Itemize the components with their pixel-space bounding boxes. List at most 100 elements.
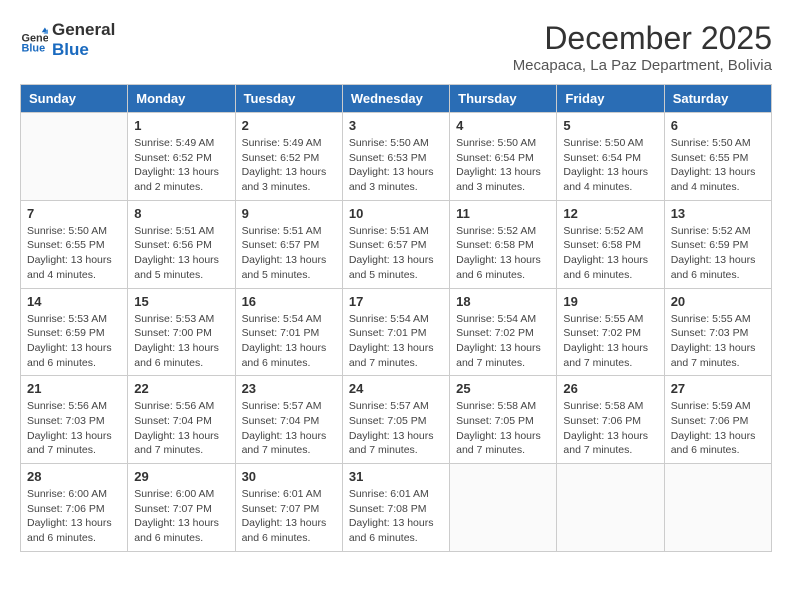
weekday-header: Monday: [128, 85, 235, 113]
day-number: 16: [242, 294, 336, 309]
calendar-week-row: 1 Sunrise: 5:49 AM Sunset: 6:52 PM Daylig…: [21, 113, 772, 201]
calendar-cell: 26Sunrise: 5:58 AM Sunset: 7:06 PM Dayli…: [557, 376, 664, 464]
day-info: Sunrise: 5:57 AM Sunset: 7:05 PM Dayligh…: [349, 399, 443, 458]
weekday-header: Tuesday: [235, 85, 342, 113]
day-number: 25: [456, 381, 550, 396]
day-number: 27: [671, 381, 765, 396]
calendar-cell: 29 Sunrise: 6:00 AM Sunset: 7:07 PM Dayli…: [128, 464, 235, 552]
day-number: 8: [134, 206, 228, 221]
day-number: 3: [349, 118, 443, 133]
calendar-cell: 7 Sunrise: 5:50 AM Sunset: 6:55 PM Daylig…: [21, 200, 128, 288]
day-number: 15: [134, 294, 228, 309]
calendar-cell: 10 Sunrise: 5:51 AM Sunset: 6:57 PM Dayli…: [342, 200, 449, 288]
day-info: Sunrise: 5:54 AM Sunset: 7:01 PM Dayligh…: [242, 312, 336, 371]
calendar-cell: 30Sunrise: 6:01 AM Sunset: 7:07 PM Dayli…: [235, 464, 342, 552]
day-number: 23: [242, 381, 336, 396]
calendar-cell: 27 Sunrise: 5:59 AM Sunset: 7:06 PM Dayli…: [664, 376, 771, 464]
day-info: Sunrise: 5:50 AM Sunset: 6:54 PM Dayligh…: [456, 136, 550, 195]
day-number: 22: [134, 381, 228, 396]
day-number: 18: [456, 294, 550, 309]
day-info: Sunrise: 5:52 AM Sunset: 6:59 PM Dayligh…: [671, 224, 765, 283]
day-info: Sunrise: 5:52 AM Sunset: 6:58 PM Dayligh…: [563, 224, 657, 283]
calendar-cell: 3 Sunrise: 5:50 AM Sunset: 6:53 PM Daylig…: [342, 113, 449, 201]
day-info: Sunrise: 5:55 AM Sunset: 7:03 PM Dayligh…: [671, 312, 765, 371]
calendar-header-row: SundayMondayTuesdayWednesdayThursdayFrid…: [21, 85, 772, 113]
location-subtitle: Mecapaca, La Paz Department, Bolivia: [513, 57, 772, 74]
calendar-cell: 14Sunrise: 5:53 AM Sunset: 6:59 PM Dayli…: [21, 288, 128, 376]
day-number: 30: [242, 469, 336, 484]
calendar-cell: 5 Sunrise: 5:50 AM Sunset: 6:54 PM Daylig…: [557, 113, 664, 201]
weekday-header: Thursday: [450, 85, 557, 113]
day-number: 28: [27, 469, 121, 484]
logo-icon: General Blue: [20, 26, 48, 54]
day-number: 19: [563, 294, 657, 309]
calendar-cell: [21, 113, 128, 201]
calendar-cell: 8 Sunrise: 5:51 AM Sunset: 6:56 PM Daylig…: [128, 200, 235, 288]
calendar-cell: 4Sunrise: 5:50 AM Sunset: 6:54 PM Daylig…: [450, 113, 557, 201]
logo-line1: General: [52, 20, 115, 40]
day-number: 20: [671, 294, 765, 309]
day-number: 10: [349, 206, 443, 221]
calendar-cell: 20 Sunrise: 5:55 AM Sunset: 7:03 PM Dayli…: [664, 288, 771, 376]
calendar-cell: 1 Sunrise: 5:49 AM Sunset: 6:52 PM Daylig…: [128, 113, 235, 201]
day-info: Sunrise: 5:49 AM Sunset: 6:52 PM Dayligh…: [134, 136, 228, 195]
day-info: Sunrise: 5:50 AM Sunset: 6:54 PM Dayligh…: [563, 136, 657, 195]
day-info: Sunrise: 5:51 AM Sunset: 6:57 PM Dayligh…: [349, 224, 443, 283]
day-info: Sunrise: 6:01 AM Sunset: 7:08 PM Dayligh…: [349, 487, 443, 546]
day-info: Sunrise: 6:00 AM Sunset: 7:07 PM Dayligh…: [134, 487, 228, 546]
calendar-cell: 11Sunrise: 5:52 AM Sunset: 6:58 PM Dayli…: [450, 200, 557, 288]
day-info: Sunrise: 6:00 AM Sunset: 7:06 PM Dayligh…: [27, 487, 121, 546]
calendar-cell: [557, 464, 664, 552]
calendar-week-row: 28 Sunrise: 6:00 AM Sunset: 7:06 PM Dayli…: [21, 464, 772, 552]
calendar-cell: 13Sunrise: 5:52 AM Sunset: 6:59 PM Dayli…: [664, 200, 771, 288]
calendar-table: SundayMondayTuesdayWednesdayThursdayFrid…: [20, 84, 772, 552]
calendar-week-row: 14Sunrise: 5:53 AM Sunset: 6:59 PM Dayli…: [21, 288, 772, 376]
logo: General Blue General Blue: [20, 20, 115, 59]
day-number: 14: [27, 294, 121, 309]
day-number: 11: [456, 206, 550, 221]
calendar-cell: 21 Sunrise: 5:56 AM Sunset: 7:03 PM Dayli…: [21, 376, 128, 464]
day-number: 5: [563, 118, 657, 133]
day-info: Sunrise: 5:56 AM Sunset: 7:03 PM Dayligh…: [27, 399, 121, 458]
day-info: Sunrise: 5:54 AM Sunset: 7:02 PM Dayligh…: [456, 312, 550, 371]
calendar-cell: 12Sunrise: 5:52 AM Sunset: 6:58 PM Dayli…: [557, 200, 664, 288]
day-number: 6: [671, 118, 765, 133]
weekday-header: Saturday: [664, 85, 771, 113]
calendar-cell: 15 Sunrise: 5:53 AM Sunset: 7:00 PM Dayli…: [128, 288, 235, 376]
title-block: December 2025 Mecapaca, La Paz Departmen…: [513, 20, 772, 74]
calendar-cell: 24 Sunrise: 5:57 AM Sunset: 7:05 PM Dayli…: [342, 376, 449, 464]
calendar-cell: 31Sunrise: 6:01 AM Sunset: 7:08 PM Dayli…: [342, 464, 449, 552]
calendar-cell: 2 Sunrise: 5:49 AM Sunset: 6:52 PM Daylig…: [235, 113, 342, 201]
calendar-cell: 28 Sunrise: 6:00 AM Sunset: 7:06 PM Dayli…: [21, 464, 128, 552]
day-info: Sunrise: 5:53 AM Sunset: 7:00 PM Dayligh…: [134, 312, 228, 371]
day-info: Sunrise: 5:59 AM Sunset: 7:06 PM Dayligh…: [671, 399, 765, 458]
day-info: Sunrise: 5:56 AM Sunset: 7:04 PM Dayligh…: [134, 399, 228, 458]
page-header: General Blue General Blue December 2025 …: [20, 20, 772, 74]
day-number: 7: [27, 206, 121, 221]
day-number: 24: [349, 381, 443, 396]
day-number: 2: [242, 118, 336, 133]
logo-line2: Blue: [52, 40, 115, 60]
day-info: Sunrise: 5:51 AM Sunset: 6:56 PM Dayligh…: [134, 224, 228, 283]
day-number: 1: [134, 118, 228, 133]
month-title: December 2025: [513, 20, 772, 57]
day-info: Sunrise: 5:50 AM Sunset: 6:53 PM Dayligh…: [349, 136, 443, 195]
day-number: 21: [27, 381, 121, 396]
calendar-cell: 17 Sunrise: 5:54 AM Sunset: 7:01 PM Dayli…: [342, 288, 449, 376]
calendar-cell: [450, 464, 557, 552]
day-number: 29: [134, 469, 228, 484]
calendar-week-row: 21 Sunrise: 5:56 AM Sunset: 7:03 PM Dayli…: [21, 376, 772, 464]
day-info: Sunrise: 5:51 AM Sunset: 6:57 PM Dayligh…: [242, 224, 336, 283]
svg-text:Blue: Blue: [22, 42, 46, 53]
day-info: Sunrise: 5:50 AM Sunset: 6:55 PM Dayligh…: [27, 224, 121, 283]
day-info: Sunrise: 5:55 AM Sunset: 7:02 PM Dayligh…: [563, 312, 657, 371]
calendar-cell: [664, 464, 771, 552]
calendar-cell: 18 Sunrise: 5:54 AM Sunset: 7:02 PM Dayli…: [450, 288, 557, 376]
calendar-cell: 23Sunrise: 5:57 AM Sunset: 7:04 PM Dayli…: [235, 376, 342, 464]
calendar-cell: 22 Sunrise: 5:56 AM Sunset: 7:04 PM Dayli…: [128, 376, 235, 464]
day-info: Sunrise: 5:49 AM Sunset: 6:52 PM Dayligh…: [242, 136, 336, 195]
day-info: Sunrise: 5:58 AM Sunset: 7:05 PM Dayligh…: [456, 399, 550, 458]
day-info: Sunrise: 5:54 AM Sunset: 7:01 PM Dayligh…: [349, 312, 443, 371]
day-number: 26: [563, 381, 657, 396]
day-number: 17: [349, 294, 443, 309]
